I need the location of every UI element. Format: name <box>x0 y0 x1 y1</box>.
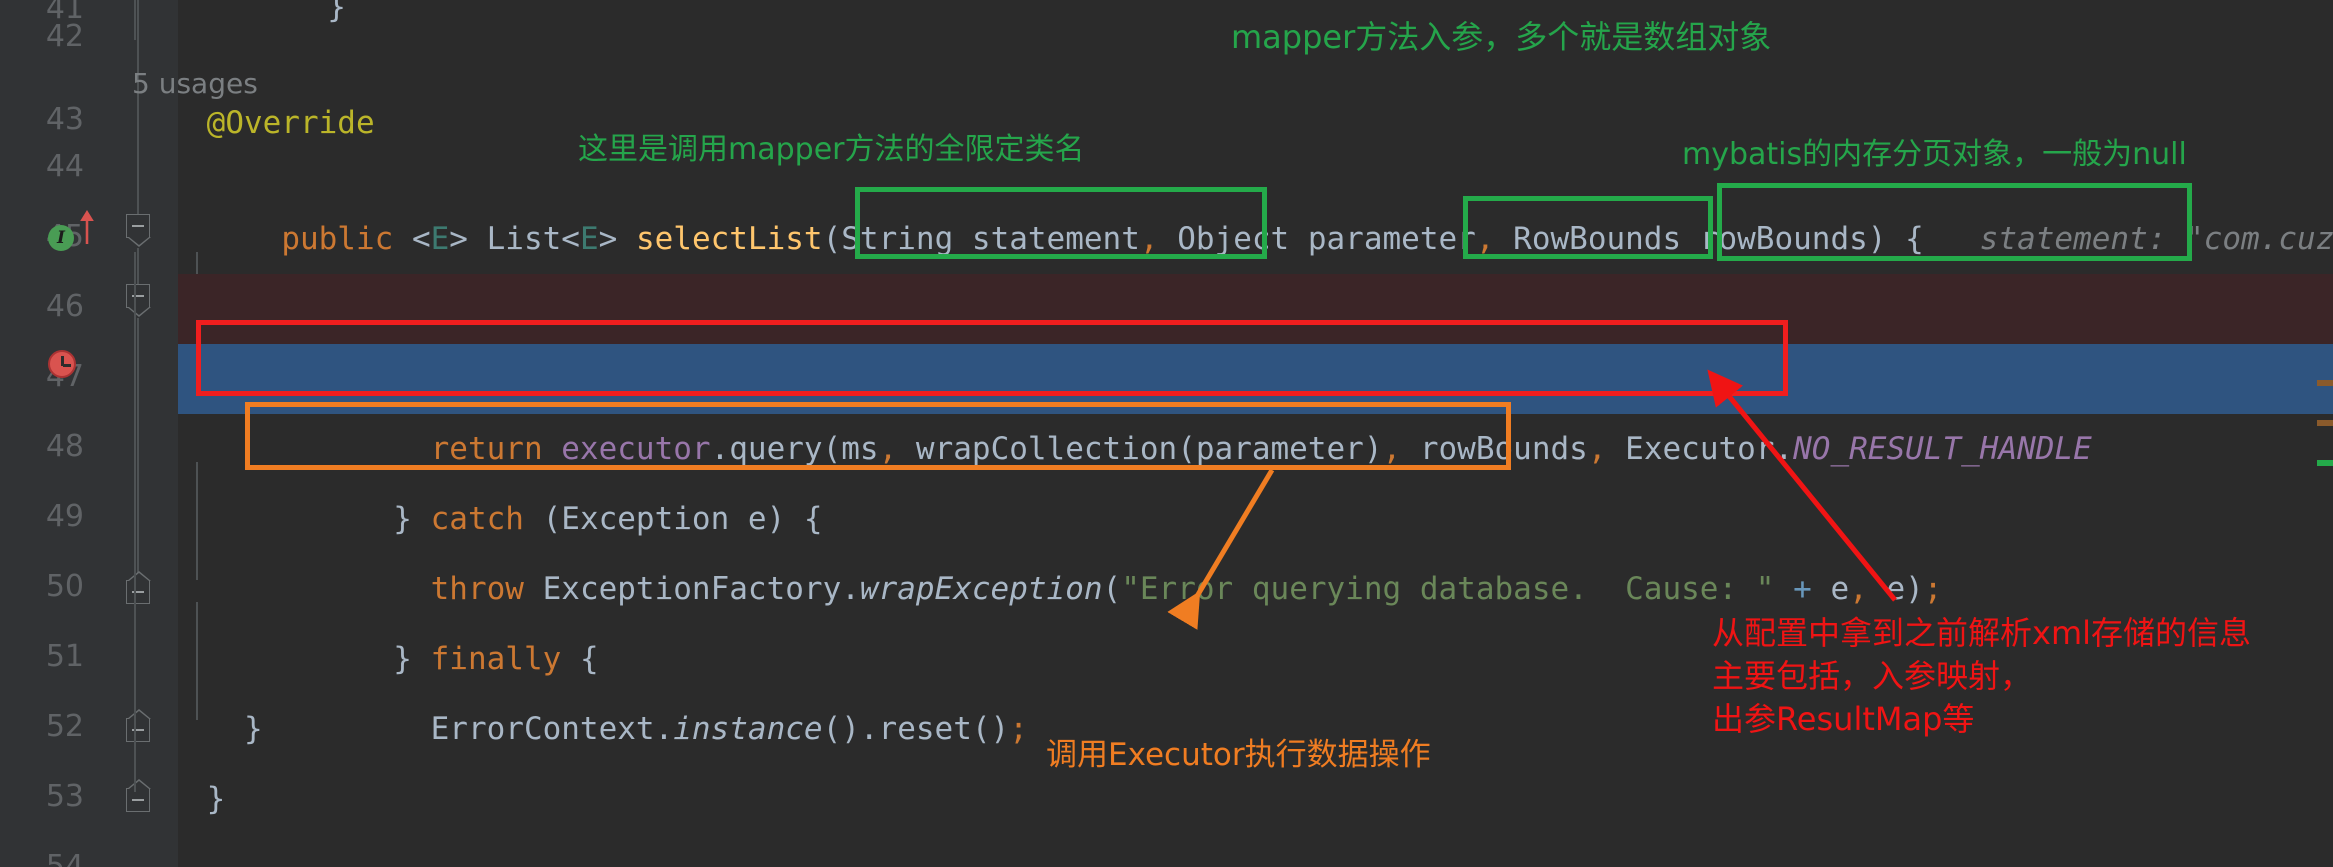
annotation-configuration-xml: 从配置中拿到之前解析xml存储的信息 主要包括，入参映射， 出参ResultMa… <box>1712 614 2252 738</box>
line-number: 54 <box>45 849 84 867</box>
annotation-mapper-param: mapper方法入参，多个就是数组对象 <box>1231 18 1772 56</box>
code-line-text: } <box>132 781 226 817</box>
breakpoint-icon[interactable] <box>48 350 76 378</box>
implementing-method-marker-icon[interactable]: I <box>48 225 74 251</box>
line-number: 49 <box>45 499 84 534</box>
code-line-45[interactable]: try { <box>178 204 2333 327</box>
annotation-fqcn: 这里是调用mapper方法的全限定类名 <box>578 132 1085 167</box>
error-stripe-mark[interactable] <box>2317 460 2333 466</box>
line-number: 51 <box>45 639 84 674</box>
code-line-text: } <box>132 711 263 747</box>
line-number: 44 <box>45 149 84 184</box>
annotation-rowbounds: mybatis的内存分页对象，一般为null <box>1682 137 2187 172</box>
code-line-46[interactable]: MappedStatement ms = configuration.getMa… <box>178 274 2333 397</box>
line-number: 42 <box>45 19 84 54</box>
error-stripe-mark[interactable] <box>2317 380 2333 386</box>
code-line-text: } <box>178 0 346 25</box>
code-line-49[interactable]: throw ExceptionFactory.wrapException("Er… <box>178 484 2333 607</box>
annotation-executor: 调用Executor执行数据操作 <box>1046 737 1431 773</box>
line-number: 52 <box>45 709 84 744</box>
line-number: 50 <box>45 569 84 604</box>
line-number: 48 <box>45 429 84 464</box>
error-stripe-mark[interactable] <box>2317 420 2333 426</box>
override-arrow-icon[interactable] <box>76 210 98 244</box>
line-number: 53 <box>45 779 84 814</box>
code-line-47[interactable]: return executor.query(ms, wrapCollection… <box>178 344 2333 467</box>
line-number: 43 <box>45 102 84 137</box>
code-line-48[interactable]: } catch (Exception e) { <box>178 414 2333 537</box>
line-number: 46 <box>45 289 84 324</box>
code-editor-window: 41 42 43 44 45 46 47 48 49 50 51 52 53 5… <box>0 0 2333 867</box>
